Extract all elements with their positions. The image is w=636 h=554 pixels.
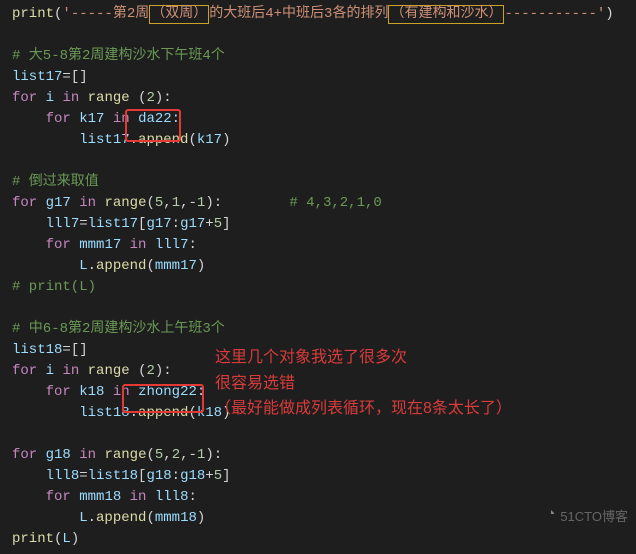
code-line: for k18 in zhong22: bbox=[12, 382, 624, 403]
code-line: for i in range (2): bbox=[12, 88, 624, 109]
code-line: lll7=list17[g17:g17+5] bbox=[12, 214, 624, 235]
comment: # 倒过来取值 bbox=[12, 172, 624, 193]
comment: # print(L) bbox=[12, 277, 624, 298]
blog-icon bbox=[541, 508, 557, 524]
code-line: for g18 in range(5,2,-1): bbox=[12, 445, 624, 466]
code-line: L.append(mmm17) bbox=[12, 256, 624, 277]
code-line: print(L) bbox=[12, 529, 624, 550]
code-line: for g17 in range(5,1,-1): # 4,3,2,1,0 bbox=[12, 193, 624, 214]
code-line: print('-----第2周（双周）的大班后4+中班后3各的排列（有建构和沙水… bbox=[12, 4, 624, 25]
code-line: list18=[] bbox=[12, 340, 624, 361]
code-line: list17=[] bbox=[12, 67, 624, 88]
comment: # 大5-8第2周建构沙水下午班4个 bbox=[12, 46, 624, 67]
highlight-box-1: （双周） bbox=[149, 5, 209, 24]
code-editor[interactable]: print('-----第2周（双周）的大班后4+中班后3各的排列（有建构和沙水… bbox=[0, 0, 636, 554]
comment: # 中6-8第2周建构沙水上午班3个 bbox=[12, 319, 624, 340]
code-line: for k17 in da22: bbox=[12, 109, 624, 130]
code-line: for mmm17 in lll7: bbox=[12, 235, 624, 256]
watermark: 51CTO博客 bbox=[541, 507, 628, 527]
code-line: for i in range (2): bbox=[12, 361, 624, 382]
code-line: for mmm18 in lll8: bbox=[12, 487, 624, 508]
highlight-box-2: （有建构和沙水） bbox=[388, 5, 504, 24]
code-line: list17.append(k17) bbox=[12, 130, 624, 151]
code-line: lll8=list18[g18:g18+5] bbox=[12, 466, 624, 487]
code-line: list18.append(k18) bbox=[12, 403, 624, 424]
code-line: L.append(mmm18) bbox=[12, 508, 624, 529]
